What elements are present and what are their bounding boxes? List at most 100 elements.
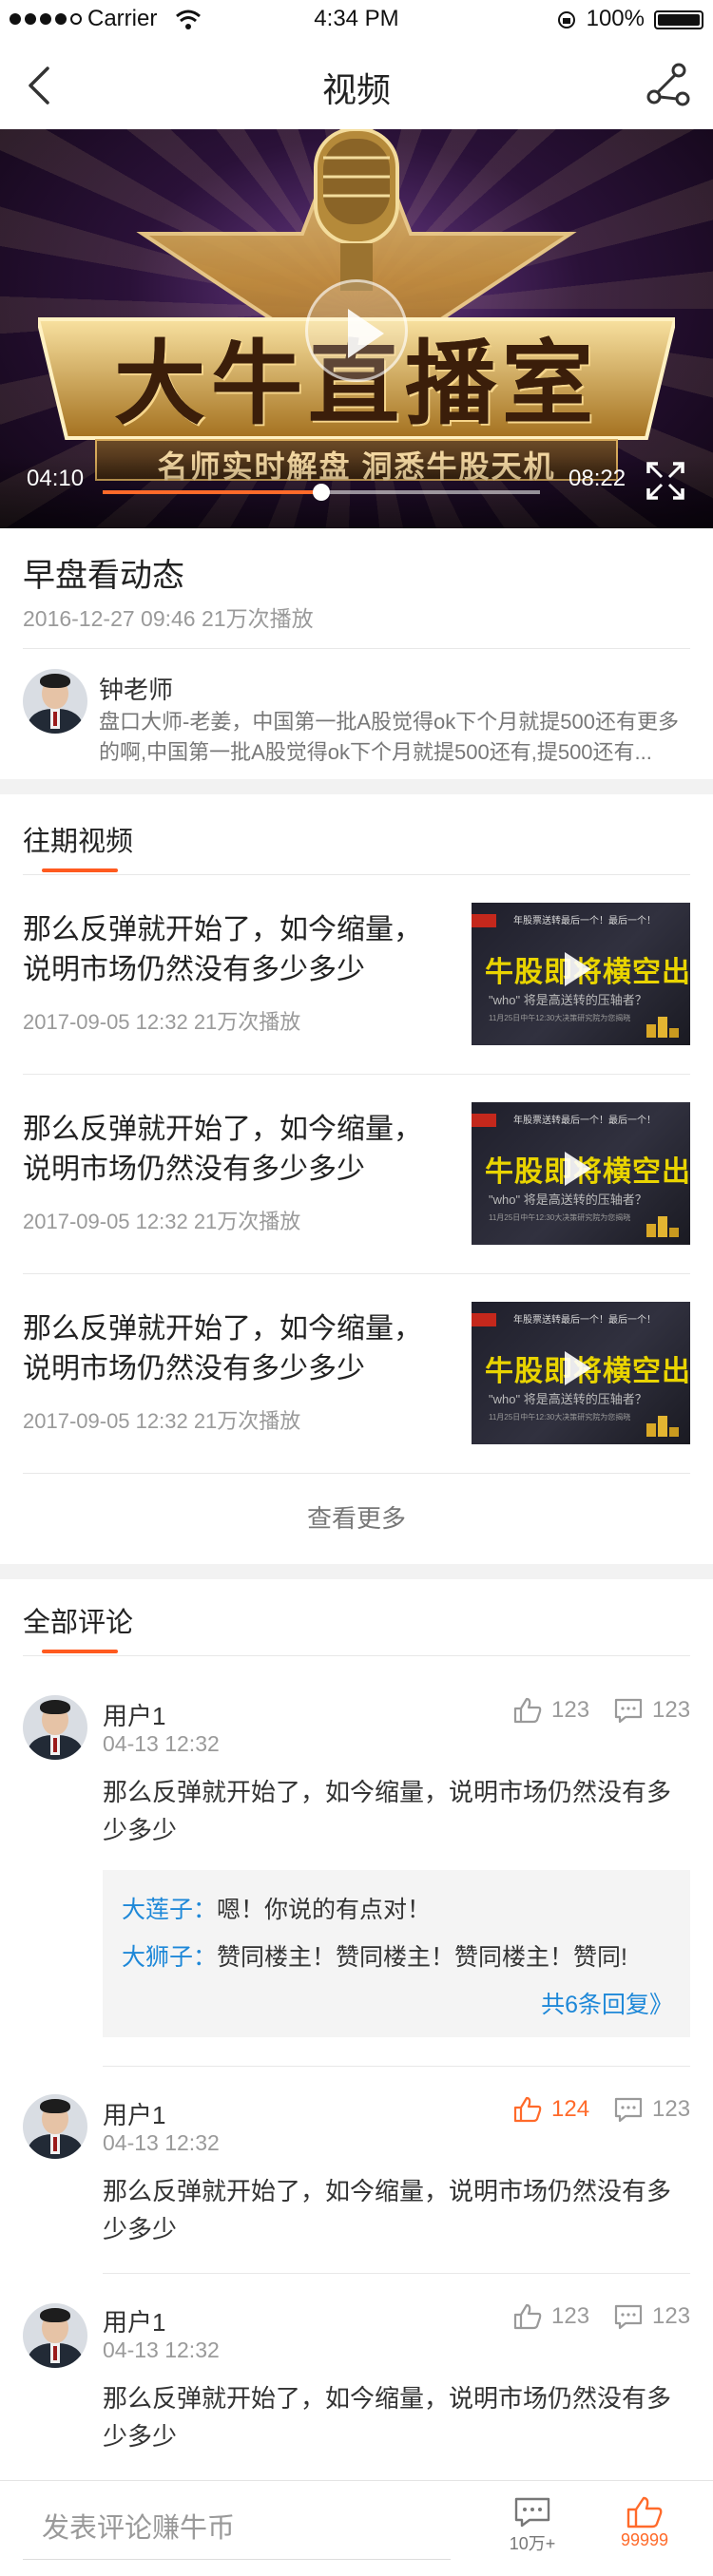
more-replies-link[interactable]: 共6条回复》 [541,1986,673,2020]
progress-slider[interactable] [103,484,540,501]
comment-user[interactable]: 用户1 [103,2303,165,2338]
user-avatar[interactable] [23,2094,87,2159]
video-item-meta: 2017-09-05 12:32 21万次播放 [23,1010,301,1034]
tab-indicator [42,868,118,872]
comments-title: 全部评论 [23,1608,134,1638]
reply-count: 123 [652,2096,691,2122]
comment-input[interactable]: 发表评论赚牛币 [42,2506,235,2546]
like-video-button[interactable]: 99999 [605,2496,684,2550]
play-icon [565,952,591,986]
comment-text: 那么反弹就开始了，如今缩量，说明市场仍然没有多少多少 [103,2177,672,2243]
sub-reply-user[interactable]: 大莲子： [122,1897,217,1923]
video-item-title[interactable]: 那么反弹就开始了，如今缩量，说明市场仍然没有多少多少 [23,1110,441,1190]
video-item-meta: 2017-09-05 12:32 21万次播放 [23,1210,301,1233]
like-button[interactable]: 123 [513,1697,589,1724]
coins-icon [646,1216,679,1237]
video-title: 早盘看动态 [23,558,184,594]
comment-count: 10万+ [509,2534,556,2553]
reply-count: 123 [652,1697,691,1723]
like-count: 99999 [620,2530,669,2549]
comment-bar: 发表评论赚牛币 10万+ 99999 [0,2480,713,2576]
divider [23,648,690,649]
divider [23,1473,690,1474]
thumbs-up-icon [626,2496,663,2528]
thumbs-up-icon [513,1697,542,1724]
thumb-top-text: 年股票送转最后一个！最后一个！ [513,1116,656,1126]
comment-text: 那么反弹就开始了，如今缩量，说明市场仍然没有多少多少 [103,2384,672,2451]
thumb-top-text: 年股票送转最后一个！最后一个！ [513,916,656,926]
coins-icon [646,1017,679,1038]
comment-user[interactable]: 用户1 [103,2096,165,2131]
thumb-sub-text: "who" 将是高送转的压轴者？ [489,993,647,1007]
video-player[interactable]: 大牛直播室 名师实时解盘 洞悉牛股天机 04:10 08:22 [0,129,713,528]
past-videos-title: 往期视频 [23,827,134,857]
reply-button[interactable]: 123 [614,2303,690,2330]
comment-time: 04-13 12:32 [103,2130,220,2155]
comments-button[interactable]: 10万+ [492,2496,572,2555]
reply-box: 大莲子：嗯！你说的有点对！ 大狮子：赞同楼主！赞同楼主！赞同楼主！赞同! 共6条… [103,1870,690,2037]
coins-icon [646,1416,679,1437]
thumb-small-text: 11月25日中午12:30大决策研究院为您揭晓 [489,1213,631,1222]
thumbs-up-icon [513,2096,542,2123]
thumb-sub-text: "who" 将是高送转的压轴者？ [489,1193,647,1207]
comment-user[interactable]: 用户1 [103,1697,165,1732]
status-bar: Carrier 4:34 PM 100% [0,0,713,38]
video-thumbnail[interactable]: 年股票送转最后一个！最后一个！ 牛股即将横空出世！ "who" 将是高送转的压轴… [472,903,690,1045]
thumb-sub-text: "who" 将是高送转的压轴者？ [489,1392,647,1406]
comment-icon [514,2497,550,2528]
fullscreen-icon[interactable] [643,458,688,504]
sub-reply-user[interactable]: 大狮子： [122,1944,217,1971]
comment-icon [614,2097,643,2123]
orientation-lock-icon [558,11,575,29]
sub-reply[interactable]: 大狮子：赞同楼主！赞同楼主！赞同楼主！赞同! [122,1938,627,1973]
thumb-top-text: 年股票送转最后一个！最后一个！ [513,1315,656,1326]
battery-icon [654,10,703,29]
tab-indicator [42,1650,118,1653]
input-underline [23,2559,451,2560]
divider [23,1074,690,1075]
like-count: 123 [551,1697,590,1723]
sub-reply[interactable]: 大莲子：嗯！你说的有点对！ [122,1891,431,1925]
divider [23,874,690,875]
reply-button[interactable]: 123 [614,2096,690,2123]
like-count: 124 [551,2096,590,2122]
reply-button[interactable]: 123 [614,1697,690,1724]
divider [103,2273,690,2274]
video-meta: 2016-12-27 09:46 21万次播放 [23,606,314,631]
like-count: 123 [551,2303,590,2329]
teacher-name[interactable]: 钟老师 [99,671,173,706]
user-avatar[interactable] [23,2303,87,2368]
comment-time: 04-13 12:32 [103,1731,220,1756]
play-button[interactable] [305,279,408,382]
nav-bar: 视频 [0,38,713,129]
thumb-small-text: 11月25日中午12:30大决策研究院为您揭晓 [489,1014,631,1022]
comment-text: 那么反弹就开始了，如今缩量，说明市场仍然没有多少多少 [103,1778,672,1844]
battery-percent: 100% [586,6,645,31]
video-item-title[interactable]: 那么反弹就开始了，如今缩量，说明市场仍然没有多少多少 [23,1309,441,1389]
view-more-button[interactable]: 查看更多 [0,1499,713,1535]
progress-fill [103,490,321,494]
share-icon[interactable] [645,61,692,108]
teacher-description: 盘口大师-老姜，中国第一批A股觉得ok下个月就提500还有更多的啊,中国第一批A… [99,710,679,764]
like-button[interactable]: 123 [513,2303,589,2330]
video-item-title[interactable]: 那么反弹就开始了，如今缩量，说明市场仍然没有多少多少 [23,910,441,990]
user-avatar[interactable] [23,1695,87,1760]
comment-icon [614,1698,643,1724]
teacher-avatar[interactable] [23,669,87,734]
video-item-meta: 2017-09-05 12:32 21万次播放 [23,1409,301,1433]
thumb-small-text: 11月25日中午12:30大决策研究院为您揭晓 [489,1413,631,1422]
divider [23,1655,690,1656]
divider [103,2066,690,2067]
like-button[interactable]: 124 [513,2096,589,2123]
video-thumbnail[interactable]: 年股票送转最后一个！最后一个！ 牛股即将横空出世！ "who" 将是高送转的压轴… [472,1302,690,1444]
play-icon [565,1152,591,1186]
play-icon [565,1351,591,1385]
thumbs-up-icon [513,2303,542,2330]
current-time: 04:10 [27,466,85,491]
duration: 08:22 [568,466,626,491]
section-gap [0,779,713,794]
video-thumbnail[interactable]: 年股票送转最后一个！最后一个！ 牛股即将横空出世！ "who" 将是高送转的压轴… [472,1102,690,1245]
divider [23,1273,690,1274]
page-title: 视频 [321,70,391,109]
progress-knob[interactable] [313,484,330,501]
